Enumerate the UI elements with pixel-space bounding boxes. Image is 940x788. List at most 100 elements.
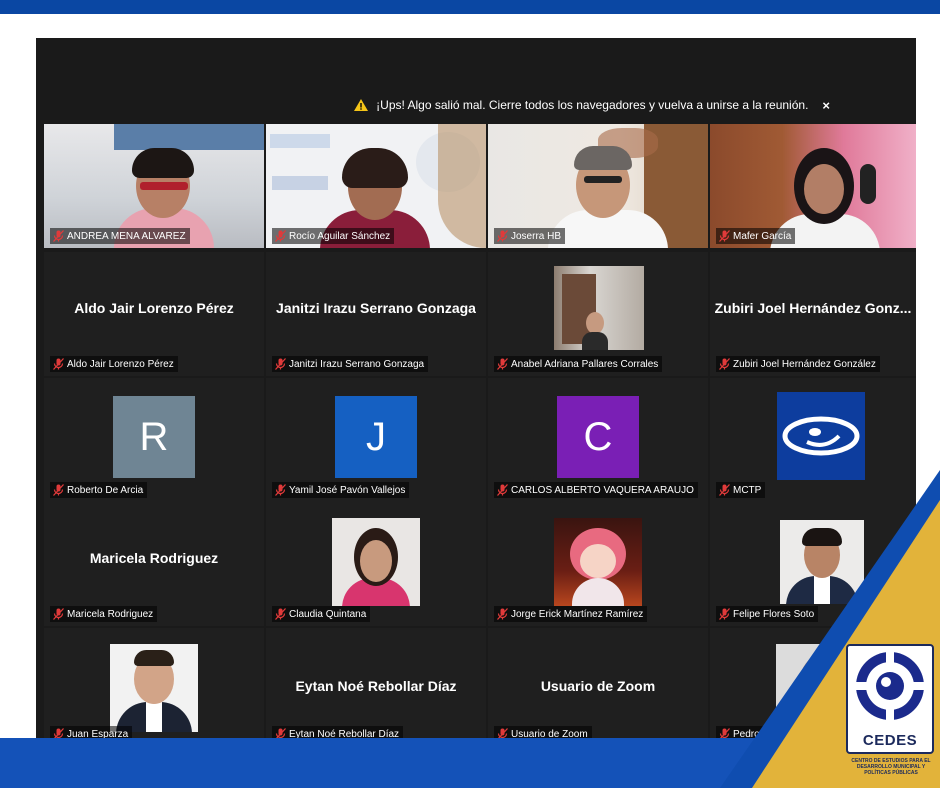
muted-mic-icon <box>53 728 64 738</box>
muted-mic-icon <box>275 230 286 242</box>
muted-mic-icon <box>497 728 508 738</box>
profile-photo <box>554 266 644 350</box>
organization-logo <box>777 392 865 480</box>
participant-name-tag: Eytan Noé Rebollar Díaz <box>272 726 404 739</box>
cedes-emblem-icon <box>854 650 926 722</box>
avatar-initial: C <box>557 396 639 478</box>
participant-tile[interactable]: Maricela Rodriguez Maricela Rodriguez <box>44 502 264 626</box>
muted-mic-icon <box>497 608 508 620</box>
participant-name-tag: Joserra HB <box>494 228 566 244</box>
cedes-subtitle: CENTRO DE ESTUDIOS PARA EL DESARROLLO MU… <box>851 758 931 776</box>
participant-display-name: Eytan Noé Rebollar Díaz <box>295 678 457 694</box>
participant-tile[interactable]: Joserra HB <box>488 124 708 248</box>
mctp-logo-icon <box>782 416 860 456</box>
participant-display-name: Maricela Rodriguez <box>89 550 219 566</box>
participant-name-tag: Pedro José <box>716 726 788 738</box>
participant-tile[interactable]: MCTP <box>710 378 916 502</box>
avatar-initial: J <box>335 396 417 478</box>
participant-tile[interactable]: Aldo Jair Lorenzo Pérez Aldo Jair Lorenz… <box>44 252 264 376</box>
muted-mic-icon <box>719 728 730 738</box>
muted-mic-icon <box>275 608 286 620</box>
participant-tile[interactable]: Felipe Flores Soto <box>710 502 916 626</box>
participant-name-tag: Juan Esparza <box>50 726 133 739</box>
frame-top-bar <box>0 0 940 14</box>
muted-mic-icon <box>275 728 286 738</box>
participant-tile[interactable]: Anabel Adriana Pallares Corrales <box>488 252 708 376</box>
participant-name-tag: Rocío Aguilar Sánchez <box>272 228 395 244</box>
participant-name-tag: Roberto De Arcia <box>50 482 148 498</box>
participant-name-tag: Anabel Adriana Pallares Corrales <box>494 356 663 372</box>
participant-name-tag: Maricela Rodriguez <box>50 606 158 622</box>
participant-name-tag: Claudia Quintana <box>272 606 371 622</box>
participant-name: Jorge Erick Martínez Ramírez <box>511 608 644 620</box>
participant-name: Zubiri Joel Hernández González <box>733 358 876 370</box>
participant-tile[interactable]: Jorge Erick Martínez Ramírez <box>488 502 708 626</box>
participant-display-name: Usuario de Zoom <box>540 678 656 694</box>
participant-tile[interactable]: Juan Esparza <box>44 628 264 738</box>
frame-blue-bottom-bar <box>0 738 940 788</box>
participant-name: MCTP <box>733 484 762 496</box>
avatar-initial: R <box>113 396 195 478</box>
participant-name: Janitzi Irazu Serrano Gonzaga <box>289 358 425 370</box>
muted-mic-icon <box>719 230 730 242</box>
profile-photo <box>332 518 420 606</box>
participant-name-tag: Felipe Flores Soto <box>716 606 819 622</box>
zoom-gallery-window: ¡Ups! Algo salió mal. Cierre todos los n… <box>36 38 916 738</box>
participant-name-tag: Jorge Erick Martínez Ramírez <box>494 606 648 622</box>
muted-mic-icon <box>719 484 730 496</box>
participant-name-tag: Zubiri Joel Hernández González <box>716 356 880 372</box>
profile-photo <box>554 518 642 606</box>
participant-tile[interactable]: C CARLOS ALBERTO VAQUERA ARAUJO <box>488 378 708 502</box>
cedes-logo: CEDES CENTRO DE ESTUDIOS PARA EL DESARRO… <box>846 644 936 784</box>
participant-tile[interactable]: Zubiri Joel Hernández Gonz... Zubiri Joe… <box>710 252 916 376</box>
participant-tile[interactable]: Rocío Aguilar Sánchez <box>266 124 486 248</box>
muted-mic-icon <box>53 230 64 242</box>
participant-display-name: Janitzi Irazu Serrano Gonzaga <box>276 300 476 316</box>
muted-mic-icon <box>497 358 508 370</box>
participant-name: Anabel Adriana Pallares Corrales <box>511 358 659 370</box>
participant-tile[interactable]: R Roberto De Arcia <box>44 378 264 502</box>
participant-name-tag: Usuario de Zoom <box>494 726 592 738</box>
participant-display-name: Aldo Jair Lorenzo Pérez <box>74 300 234 316</box>
participant-tile[interactable]: ANDREA MENA ALVAREZ <box>44 124 264 248</box>
participant-name-tag: Aldo Jair Lorenzo Pérez <box>50 356 178 372</box>
participant-name-tag: Yamil José Pavón Vallejos <box>272 482 410 498</box>
participant-name: Usuario de Zoom <box>511 728 588 739</box>
muted-mic-icon <box>53 608 64 620</box>
participant-name-tag: CARLOS ALBERTO VAQUERA ARAUJO <box>494 482 698 498</box>
close-alert-button[interactable]: × <box>822 98 830 113</box>
participant-name: CARLOS ALBERTO VAQUERA ARAUJO <box>511 484 694 496</box>
cedes-emblem: CEDES <box>846 644 934 754</box>
participant-name-tag: Mafer García <box>716 228 796 244</box>
profile-photo <box>110 644 198 732</box>
muted-mic-icon <box>719 608 730 620</box>
participant-name-tag: Janitzi Irazu Serrano Gonzaga <box>272 356 429 372</box>
participant-name: ANDREA MENA ALVAREZ <box>67 230 186 242</box>
participant-name: Joserra HB <box>511 230 562 242</box>
participant-tile[interactable]: Eytan Noé Rebollar Díaz Eytan Noé Reboll… <box>266 628 486 738</box>
muted-mic-icon <box>497 230 508 242</box>
participant-display-name: Zubiri Joel Hernández Gonz... <box>714 300 912 316</box>
participant-name: Aldo Jair Lorenzo Pérez <box>67 358 174 370</box>
participant-name: Claudia Quintana <box>289 608 367 620</box>
muted-mic-icon <box>497 484 508 496</box>
participant-name: Roberto De Arcia <box>67 484 144 496</box>
participant-name: Juan Esparza <box>67 728 129 739</box>
participant-name: Yamil José Pavón Vallejos <box>289 484 406 496</box>
error-alert-bar: ¡Ups! Algo salió mal. Cierre todos los n… <box>36 94 916 116</box>
participant-tile[interactable]: Janitzi Irazu Serrano Gonzaga Janitzi Ir… <box>266 252 486 376</box>
participant-name: Maricela Rodriguez <box>67 608 154 620</box>
participant-tile[interactable]: J Yamil José Pavón Vallejos <box>266 378 486 502</box>
cedes-title: CEDES <box>862 732 918 749</box>
participant-tile[interactable]: Claudia Quintana <box>266 502 486 626</box>
muted-mic-icon <box>719 358 730 370</box>
alert-message: ¡Ups! Algo salió mal. Cierre todos los n… <box>376 98 809 112</box>
participant-name: Felipe Flores Soto <box>733 608 815 620</box>
participant-tile[interactable]: Usuario de Zoom Usuario de Zoom <box>488 628 708 738</box>
muted-mic-icon <box>275 358 286 370</box>
participant-name: Pedro José <box>733 728 784 739</box>
muted-mic-icon <box>53 484 64 496</box>
muted-mic-icon <box>53 358 64 370</box>
participant-tile[interactable]: Mafer García <box>710 124 916 248</box>
participant-name: Eytan Noé Rebollar Díaz <box>289 728 400 739</box>
